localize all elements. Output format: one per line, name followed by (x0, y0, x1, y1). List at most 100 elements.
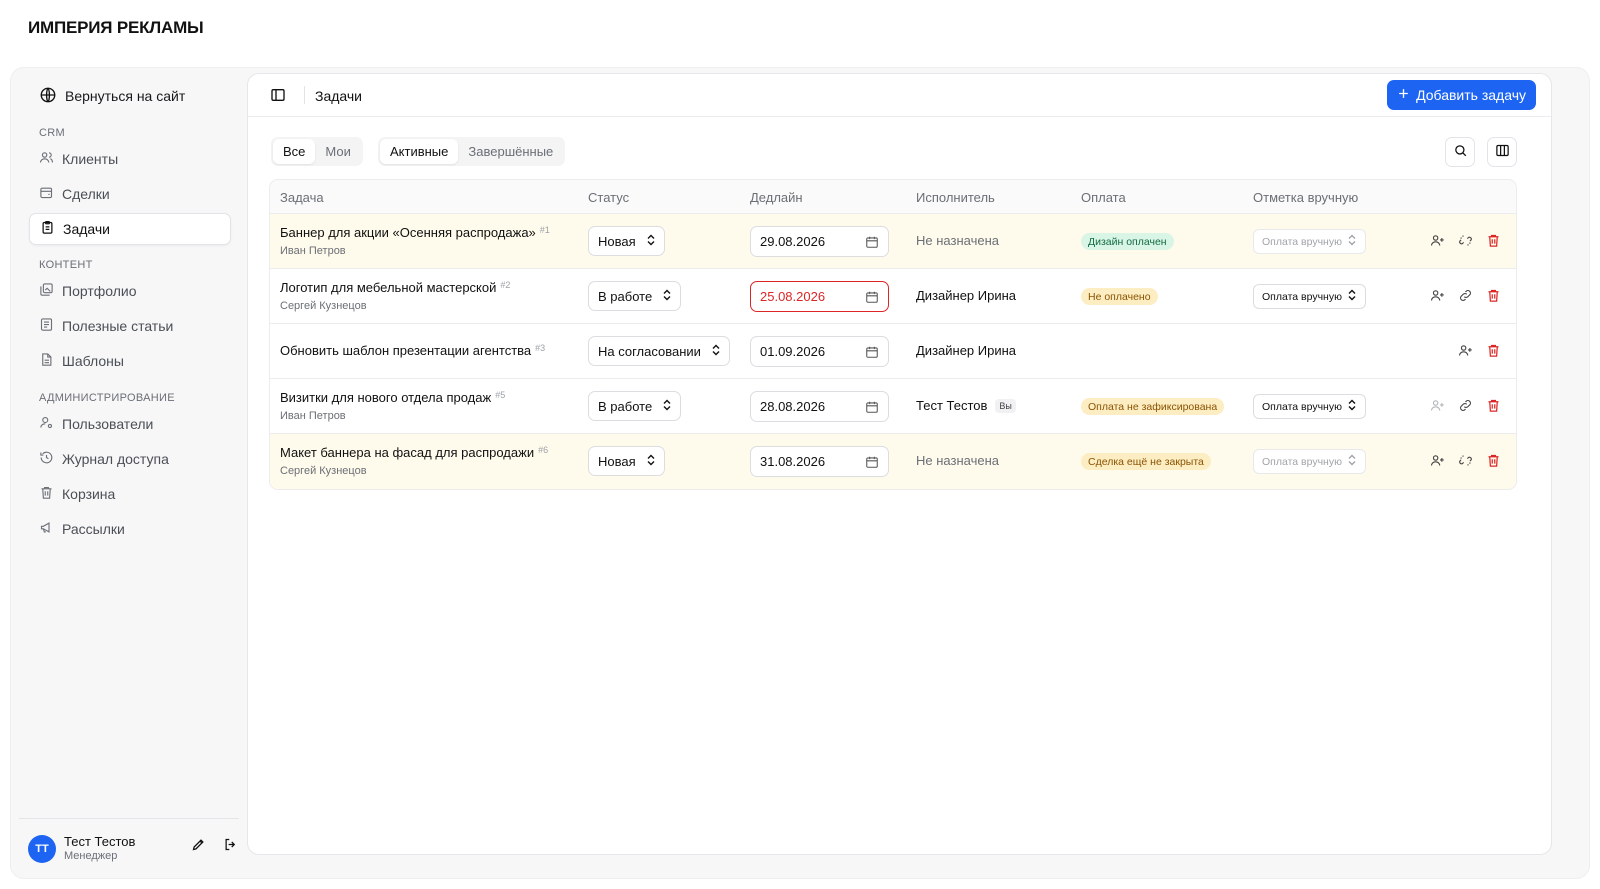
sidebar-item-label: Клиенты (62, 151, 119, 167)
manual-payment-select[interactable]: Оплата вручную (1253, 449, 1366, 474)
task-title[interactable]: Логотип для мебельной мастерской #2 (280, 280, 510, 295)
col-payment[interactable]: Оплата (1081, 190, 1126, 205)
assignee: Не назначена (916, 453, 999, 468)
user-role: Менеджер (64, 849, 118, 862)
task-number: #3 (535, 343, 546, 353)
status-select[interactable]: Новая (588, 226, 665, 256)
task-client: Сергей Кузнецов (280, 300, 367, 312)
owner-filter: Все Мои (271, 137, 363, 166)
col-status[interactable]: Статус (588, 190, 629, 205)
delete-icon[interactable] (1486, 343, 1502, 359)
col-task[interactable]: Задача (280, 190, 324, 205)
col-deadline[interactable]: Дедлайн (750, 190, 803, 205)
portfolio-icon (39, 282, 54, 300)
assignee: Не назначена (916, 233, 999, 248)
assign-user-icon[interactable] (1430, 453, 1446, 469)
status-select[interactable]: В работе (588, 281, 682, 311)
status-select[interactable]: В работе (588, 391, 682, 421)
sidebar-toggle-icon[interactable] (270, 87, 286, 103)
status-select[interactable]: На согласовании (588, 336, 730, 366)
delete-icon[interactable] (1486, 288, 1502, 304)
globe-icon (39, 86, 57, 107)
table-row[interactable]: Баннер для акции «Осенняя распродажа» #1 … (270, 214, 1516, 269)
task-title[interactable]: Обновить шаблон презентации агентства #3 (280, 343, 545, 358)
logout-icon[interactable] (223, 837, 239, 853)
table-row[interactable]: Обновить шаблон презентации агентства #3 … (270, 324, 1516, 379)
chevron-updown-icon (1347, 399, 1357, 414)
payment-badge: Не оплачено (1081, 288, 1158, 305)
task-title[interactable]: Визитки для нового отдела продаж #5 (280, 390, 505, 405)
task-title[interactable]: Макет баннера на фасад для распродажи #6 (280, 445, 548, 460)
filter-all[interactable]: Все (273, 139, 316, 164)
chevron-updown-icon (646, 234, 656, 249)
task-number: #5 (495, 390, 506, 400)
add-task-button[interactable]: Добавить задачу (1387, 80, 1536, 110)
sidebar-item-label: Портфолио (62, 283, 137, 299)
file-icon (39, 352, 54, 370)
sidebar-item-trash[interactable]: Корзина (29, 478, 231, 510)
sidebar-item-articles[interactable]: Полезные статьи (29, 310, 231, 342)
sidebar-item-mailings[interactable]: Рассылки (29, 513, 231, 545)
deadline-input[interactable]: 01.09.2026 (750, 336, 889, 367)
deadline-input[interactable]: 29.08.2026 (750, 226, 889, 257)
clipboard-icon (40, 220, 55, 238)
sidebar-item-access-log[interactable]: Журнал доступа (29, 443, 231, 475)
task-number: #6 (538, 445, 549, 455)
filter-mine[interactable]: Мои (315, 139, 360, 164)
sidebar-item-label: Шаблоны (62, 353, 124, 369)
sidebar-item-users[interactable]: Пользователи (29, 408, 231, 440)
user-gear-icon (39, 415, 54, 433)
assign-user-icon-disabled[interactable] (1430, 398, 1446, 414)
articles-icon (39, 317, 54, 335)
link-icon[interactable] (1458, 288, 1474, 304)
status-select[interactable]: Новая (588, 446, 665, 476)
sidebar-item-clients[interactable]: Клиенты (29, 143, 231, 175)
chevron-updown-icon (1347, 234, 1357, 249)
chevron-updown-icon (662, 399, 672, 414)
delete-icon[interactable] (1486, 233, 1502, 249)
edit-profile-icon[interactable] (191, 837, 207, 853)
assignee: Дизайнер Ирина (916, 288, 1017, 303)
deadline-input[interactable]: 31.08.2026 (750, 446, 889, 477)
back-to-site-link[interactable]: Вернуться на сайт (39, 85, 185, 107)
payment-badge: Сделка ещё не закрыта (1081, 453, 1211, 470)
you-badge: Вы (995, 398, 1016, 413)
manual-payment-select[interactable]: Оплата вручную (1253, 284, 1366, 309)
table-row[interactable]: Макет баннера на фасад для распродажи #6 … (270, 434, 1516, 489)
sidebar: Вернуться на сайт CRM Клиенты Сделки Зад… (11, 68, 247, 878)
deadline-input-overdue[interactable]: 25.08.2026 (750, 281, 889, 312)
link-icon[interactable] (1458, 398, 1474, 414)
deadline-input[interactable]: 28.08.2026 (750, 391, 889, 422)
table-header: Задача Статус Дедлайн Исполнитель Оплата… (270, 180, 1516, 214)
task-title[interactable]: Баннер для акции «Осенняя распродажа» #1 (280, 225, 550, 240)
task-number: #1 (539, 225, 550, 235)
tasks-table: Задача Статус Дедлайн Исполнитель Оплата… (269, 179, 1517, 490)
filter-active[interactable]: Активные (380, 139, 459, 164)
assign-user-icon[interactable] (1430, 288, 1446, 304)
sidebar-item-portfolio[interactable]: Портфолио (29, 275, 231, 307)
delete-icon[interactable] (1486, 453, 1502, 469)
search-button[interactable] (1445, 137, 1475, 167)
col-manual[interactable]: Отметка вручную (1253, 190, 1358, 205)
table-row[interactable]: Визитки для нового отдела продаж #5 Иван … (270, 379, 1516, 434)
filter-completed[interactable]: Завершённые (458, 139, 563, 164)
unlink-icon[interactable] (1458, 453, 1474, 469)
delete-icon[interactable] (1486, 398, 1502, 414)
assign-user-icon[interactable] (1430, 233, 1446, 249)
assign-user-icon[interactable] (1458, 343, 1474, 359)
brand-logo: ИМПЕРИЯ РЕКЛАМЫ (28, 18, 204, 37)
manual-payment-select[interactable]: Оплата вручную (1253, 229, 1366, 254)
sidebar-item-label: Корзина (62, 486, 116, 502)
manual-payment-select[interactable]: Оплата вручную (1253, 394, 1366, 419)
table-row[interactable]: Логотип для мебельной мастерской #2 Серге… (270, 269, 1516, 324)
col-assignee[interactable]: Исполнитель (916, 190, 995, 205)
sidebar-item-deals[interactable]: Сделки (29, 178, 231, 210)
sidebar-item-label: Задачи (63, 221, 111, 237)
chevron-updown-icon (662, 289, 672, 304)
unlink-icon[interactable] (1458, 233, 1474, 249)
plus-icon (1397, 87, 1410, 103)
columns-button[interactable] (1487, 137, 1517, 167)
sidebar-item-tasks[interactable]: Задачи (29, 213, 231, 245)
task-client: Иван Петров (280, 245, 346, 257)
sidebar-item-templates[interactable]: Шаблоны (29, 345, 231, 377)
